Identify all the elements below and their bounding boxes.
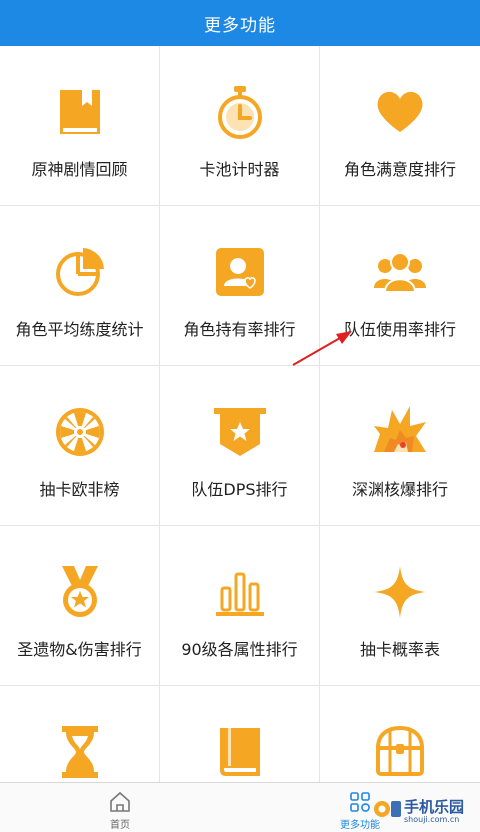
feature-label: 抽卡概率表	[359, 640, 440, 659]
feature-label: 90级各属性排行	[181, 640, 298, 659]
feature-label: 抽卡欧非榜	[39, 480, 120, 499]
watermark-text: 手机乐园	[404, 798, 465, 816]
feature-lv90-attr-rank[interactable]: 90级各属性排行	[160, 526, 319, 685]
feature-ownership-rank[interactable]: 角色持有率排行	[160, 206, 319, 365]
sparkle-icon	[372, 564, 428, 620]
medal-icon	[52, 564, 108, 620]
hourglass-icon	[52, 724, 108, 780]
feature-story-review[interactable]: 原神剧情回顾	[0, 46, 159, 205]
feature-label: 圣遗物&伤害排行	[17, 640, 142, 659]
feature-team-dps-rank[interactable]: 队伍DPS排行	[160, 366, 319, 525]
heart-icon	[372, 84, 428, 140]
book-icon	[52, 84, 108, 140]
feature-label: 卡池计时器	[199, 160, 280, 179]
feature-treasure-chest[interactable]	[320, 686, 480, 782]
feature-label: 深渊核爆排行	[351, 480, 448, 499]
feature-avg-level-stats[interactable]: 角色平均练度统计	[0, 206, 159, 365]
watermark-subtext: shouji.com.cn	[404, 815, 460, 824]
group-icon	[372, 244, 428, 300]
watermark-logo: 手机乐园 shouji.com.cn	[372, 792, 476, 828]
user-card-icon	[212, 244, 268, 300]
feature-label: 角色平均练度统计	[15, 320, 144, 339]
feature-gacha-rate-table[interactable]: 抽卡概率表	[320, 526, 480, 685]
bar-chart-icon	[212, 564, 268, 620]
feature-team-usage-rank[interactable]: 队伍使用率排行	[320, 206, 480, 365]
notebook-icon	[212, 724, 268, 780]
feature-gacha-luck-board[interactable]: 抽卡欧非榜	[0, 366, 159, 525]
feature-abyss-nuke-rank[interactable]: 深渊核爆排行	[320, 366, 480, 525]
stopwatch-icon	[212, 84, 268, 140]
feature-banner-timer[interactable]: 卡池计时器	[160, 46, 319, 205]
app-header: 更多功能	[0, 0, 480, 46]
feature-label: 角色持有率排行	[183, 320, 296, 339]
feature-notebook[interactable]	[160, 686, 319, 782]
tab-label: 首页	[110, 820, 130, 831]
apps-icon	[350, 792, 370, 812]
feature-label: 原神剧情回顾	[31, 160, 128, 179]
feature-satisfaction-rank[interactable]: 角色满意度排行	[320, 46, 480, 205]
treasure-chest-icon	[372, 724, 428, 780]
app-root: 更多功能 原神剧情回顾 卡池计时器 角色满意度排行 角色平均练度统计 角色持有率…	[0, 0, 480, 832]
explosion-icon	[372, 404, 428, 460]
tab-home[interactable]: 首页	[60, 783, 180, 832]
feature-artifact-damage-rank[interactable]: 圣遗物&伤害排行	[0, 526, 159, 685]
feature-label: 队伍使用率排行	[343, 320, 456, 339]
pie-chart-icon	[52, 244, 108, 300]
page-title: 更多功能	[204, 15, 276, 36]
star-banner-icon	[212, 404, 268, 460]
wheel-icon	[52, 404, 108, 460]
feature-label: 角色满意度排行	[343, 160, 456, 179]
feature-label: 队伍DPS排行	[191, 480, 288, 499]
feature-hourglass[interactable]	[0, 686, 159, 782]
feature-grid: 原神剧情回顾 卡池计时器 角色满意度排行 角色平均练度统计 角色持有率排行 队伍…	[0, 46, 480, 782]
home-icon	[110, 791, 130, 812]
